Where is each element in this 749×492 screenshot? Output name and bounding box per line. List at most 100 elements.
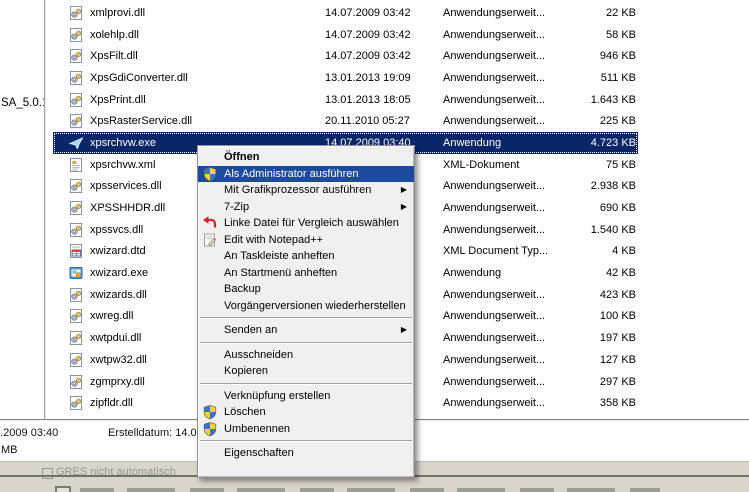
dll-file-icon [68,308,84,324]
menu-item-label: Vorgängerversionen wiederherstellen [224,300,406,312]
menu-item-label: Eigenschaften [224,447,294,459]
file-size: 358 KB [581,397,636,409]
context-menu-item[interactable]: 7-Zip ▶ [198,199,414,216]
file-size: 511 KB [581,72,636,84]
menu-item-label: Backup [224,283,261,295]
menu-item-label: Verknüpfung erstellen [224,390,330,402]
table-row[interactable]: xmlprovi.dll 14.07.2009 03:42 Anwendungs… [46,2,749,24]
file-size: 4 KB [581,245,636,257]
menu-item-label: 7-Zip [224,201,249,213]
table-row[interactable]: XpsFilt.dll 14.07.2009 03:42 Anwendungse… [46,45,749,67]
dll-file-icon [68,374,84,390]
file-date: 14.07.2009 03:42 [325,7,443,19]
menu-item-label: An Taskleiste anheften [224,250,334,262]
file-size: 1.643 KB [581,94,636,106]
context-menu-item[interactable]: Linke Datei für Vergleich auswählen [198,215,414,232]
context-menu-item[interactable]: Löschen [198,404,414,421]
file-size: 690 KB [581,202,636,214]
file-size: 225 KB [581,115,636,127]
file-date: 14.07.2009 03:42 [325,29,443,41]
file-date: 14.07.2009 03:42 [325,50,443,62]
file-type: Anwendungserweit... [443,94,581,106]
uac-shield-icon [202,421,218,437]
checkbox-icon[interactable] [42,468,53,479]
menu-item-label: An Startmenü anheften [224,267,337,279]
dll-file-icon [68,178,84,194]
context-menu: Öffnen Als Administrator ausführen Mit G… [197,145,415,478]
context-menu-item[interactable]: Senden an ▶ [198,322,414,339]
file-size: 4.723 KB [581,137,636,149]
file-type: Anwendungserweit... [443,397,581,409]
file-type: Anwendungserweit... [443,332,581,344]
dll-file-icon [68,113,84,129]
menu-separator [200,383,412,385]
submenu-arrow-icon: ▶ [401,202,407,212]
file-size: 100 KB [581,310,636,322]
dll-file-icon [68,200,84,216]
checkbox-icon[interactable] [55,486,71,492]
menu-item-label: Senden an [224,324,277,336]
file-type: Anwendungserweit... [443,50,581,62]
wizard-app-icon [68,265,84,281]
file-size: 297 KB [581,376,636,388]
context-menu-item[interactable]: Ausschneiden [198,347,414,364]
table-row[interactable]: XpsRasterService.dll 20.11.2010 05:27 An… [46,110,749,132]
file-type: Anwendungserweit... [443,202,581,214]
file-size: 2.938 KB [581,180,636,192]
file-date: 20.11.2010 05:27 [325,115,443,127]
file-type: Anwendung [443,137,581,149]
menu-item-label: Löschen [224,406,266,418]
table-row[interactable]: XpsPrint.dll 13.01.2013 18:05 Anwendungs… [46,89,749,111]
menu-item-label: Ausschneiden [224,349,293,361]
uac-shield-icon [202,166,218,182]
menu-separator [200,317,412,319]
xps-viewer-app-icon [68,135,84,151]
file-type: Anwendungserweit... [443,289,581,301]
dll-file-icon [68,352,84,368]
file-size: 22 KB [581,7,636,19]
context-menu-item[interactable]: An Startmenü anheften [198,265,414,282]
dll-file-icon [68,5,84,21]
dll-file-icon [68,395,84,411]
menu-item-label: Umbenennen [224,423,290,435]
file-type: Anwendungserweit... [443,224,581,236]
file-type: Anwendungserweit... [443,180,581,192]
context-menu-item[interactable]: Öffnen [198,149,414,166]
context-menu-item[interactable]: Backup [198,281,414,298]
context-menu-item[interactable]: Eigenschaften [198,445,414,462]
file-type: Anwendungserweit... [443,310,581,322]
clipped-text-fragment [80,488,660,492]
file-date: 13.01.2013 19:09 [325,72,443,84]
table-row[interactable]: xolehlp.dll 14.07.2009 03:42 Anwendungse… [46,24,749,46]
dll-file-icon [68,48,84,64]
uac-shield-icon [202,404,218,420]
file-type: XML Document Typ... [443,245,581,257]
submenu-arrow-icon: ▶ [401,325,407,335]
menu-item-label: Mit Grafikprozessor ausführen [224,184,371,196]
file-name: xmlprovi.dll [90,7,325,19]
file-size: 127 KB [581,354,636,366]
context-menu-item[interactable]: Als Administrator ausführen [198,166,414,183]
submenu-arrow-icon: ▶ [401,185,407,195]
context-menu-item[interactable]: An Taskleiste anheften [198,248,414,265]
menu-item-label: Edit with Notepad++ [224,234,323,246]
menu-item-label: Kopieren [224,365,268,377]
file-name: XpsRasterService.dll [90,115,325,127]
file-size: 946 KB [581,50,636,62]
context-menu-item[interactable]: Mit Grafikprozessor ausführen ▶ [198,182,414,199]
file-type: Anwendungserweit... [443,29,581,41]
dll-file-icon [68,27,84,43]
context-menu-item[interactable]: Umbenennen [198,421,414,438]
file-size: 42 KB [581,267,636,279]
context-menu-item[interactable]: Verknüpfung erstellen [198,388,414,405]
context-menu-item[interactable]: Edit with Notepad++ [198,232,414,249]
dll-file-icon [68,330,84,346]
dll-file-icon [68,70,84,86]
file-date: 13.01.2013 18:05 [325,94,443,106]
menu-item-label: Linke Datei für Vergleich auswählen [224,217,399,229]
context-menu-item[interactable]: Kopieren [198,363,414,380]
menu-separator [200,342,412,344]
context-menu-item[interactable]: Vorgängerversionen wiederherstellen [198,298,414,315]
menu-item-label: Öffnen [224,151,259,163]
table-row[interactable]: XpsGdiConverter.dll 13.01.2013 19:09 Anw… [46,67,749,89]
